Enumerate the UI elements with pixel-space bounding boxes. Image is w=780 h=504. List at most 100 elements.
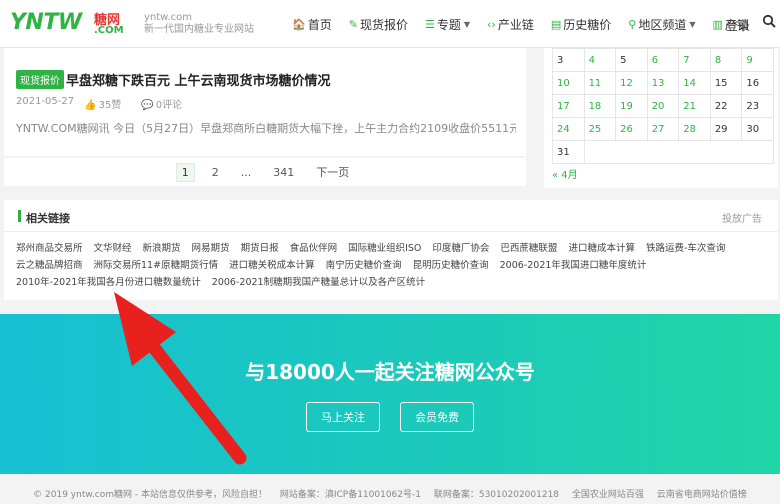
- related-link[interactable]: 进口糖关税成本计算: [229, 257, 315, 274]
- calendar-empty-cell: [584, 140, 775, 164]
- related-link[interactable]: 铁路运费-车次查询: [646, 240, 725, 257]
- calendar-day[interactable]: 7: [678, 48, 711, 72]
- wechat-banner: 与18000人一起关注糖网公众号 马上关注 会员免费: [0, 314, 780, 474]
- article-card: 现货报价 早盘郑糖下跌百元 上午云南现货市场糖价情况 2021-05-27 👍 3…: [4, 48, 526, 156]
- article-likes: 👍 35赞: [84, 96, 131, 111]
- nav-item-2[interactable]: ☰ 专题 ▼: [425, 16, 470, 33]
- calendar-day[interactable]: 14: [678, 71, 711, 95]
- search-icon[interactable]: [762, 14, 776, 28]
- calendar-day: 3: [552, 48, 585, 72]
- article-comments: 💬 0评论: [141, 96, 192, 111]
- chart-icon: ▤: [550, 17, 562, 31]
- site-logo[interactable]: YNTW 糖网 .COM: [10, 8, 130, 38]
- related-link[interactable]: 洲际交易所11#原糖期货行情: [94, 257, 219, 274]
- nav-item-3[interactable]: ‹› 产业链: [487, 16, 534, 33]
- footer-award-1[interactable]: 全国农业网站百强: [572, 490, 644, 500]
- main-nav: 🏠 首页 ✎ 现货报价 ☰ 专题 ▼ ‹› 产业链 ▤ 历史糖价 ⚲ 地区频道 ▼ ▥ 产销: [292, 0, 766, 48]
- thumbs-up-icon: 👍: [84, 100, 97, 111]
- calendar-day[interactable]: 28: [678, 117, 711, 141]
- calendar-day[interactable]: 10: [552, 71, 585, 95]
- follow-button[interactable]: 马上关注: [306, 402, 380, 432]
- page-link[interactable]: 2: [207, 164, 224, 181]
- related-link[interactable]: 2006-2021年我国进口糖年度统计: [500, 257, 647, 274]
- calendar-day[interactable]: 26: [615, 117, 648, 141]
- calendar-day: 16: [741, 71, 774, 95]
- page-link[interactable]: 1: [175, 162, 195, 182]
- chevron-down-icon: ▼: [689, 19, 696, 29]
- related-link[interactable]: 网易期货: [192, 240, 230, 257]
- nav-item-label: 产业链: [497, 17, 534, 32]
- related-link[interactable]: 食品伙伴网: [290, 240, 338, 257]
- related-link[interactable]: 郑州商品交易所: [16, 240, 83, 257]
- calendar-day: 31: [552, 140, 585, 164]
- likes-count: 35赞: [98, 100, 122, 111]
- calendar-day[interactable]: 21: [678, 94, 711, 118]
- related-links-list: 郑州商品交易所 文华财经 新浪期货 网易期货 期货日报 食品伙伴网 国际糖业组织ISO 印度糖…: [16, 240, 774, 291]
- nav-item-4[interactable]: ▤ 历史糖价: [551, 16, 611, 33]
- calendar-day[interactable]: 17: [552, 94, 585, 118]
- article-date: 2021-05-27: [16, 96, 75, 107]
- related-link[interactable]: 期货日报: [241, 240, 279, 257]
- footer-award-2[interactable]: 云南省电商网站价值榜: [657, 490, 747, 500]
- calendar-day[interactable]: 11: [583, 71, 617, 95]
- calendar-day[interactable]: 18: [583, 94, 617, 118]
- calendar-grid: 3 4 5 6 7 8 9 10 11 12 13 14 15 16 17 18 19 20 21 22 23 24 25 2…: [552, 48, 775, 164]
- calendar-day[interactable]: 19: [615, 94, 648, 118]
- footer-copyright: © 2019 yntw.com糖网 - 本站信息仅供参考，风险自担！: [33, 490, 267, 500]
- page-link[interactable]: 341: [268, 164, 299, 181]
- footer-police-record[interactable]: 联网备案：53010202001218: [434, 490, 559, 500]
- calendar-day[interactable]: 13: [646, 71, 680, 95]
- calendar-day: 23: [741, 94, 774, 118]
- calendar-day: 22: [709, 94, 743, 118]
- site-slogan: yntw.com 新一代国内糖业专业网站: [144, 12, 254, 36]
- logo-wordmark: YNTW: [10, 10, 82, 35]
- calendar-day[interactable]: 8: [709, 48, 743, 72]
- banner-buttons: 马上关注 会员免费: [0, 402, 780, 432]
- calendar-day: 29: [709, 117, 743, 141]
- calendar-prev-month[interactable]: « 4月: [552, 166, 578, 181]
- calendar-day[interactable]: 6: [646, 48, 680, 72]
- calendar-day[interactable]: 27: [646, 117, 680, 141]
- calendar-day[interactable]: 20: [646, 94, 680, 118]
- related-link[interactable]: 国际糖业组织ISO: [348, 240, 421, 257]
- section-accent-bar: [18, 210, 21, 222]
- advertise-link[interactable]: 投放广告: [722, 210, 762, 225]
- nav-item-0[interactable]: 🏠 首页: [292, 16, 332, 33]
- logo-domain: .COM: [94, 25, 124, 36]
- footer-icp-record[interactable]: 网站备案：滇ICP备11001062号-1: [280, 490, 421, 500]
- article-excerpt: YNTW.COM糖网讯 今日（5月27日）早盘郑商所白糖期货大幅下挫，上午主力合…: [16, 122, 516, 135]
- calendar-day[interactable]: 25: [583, 117, 617, 141]
- related-link[interactable]: 2010年-2021年我国各月份进口糖数量统计: [16, 274, 201, 291]
- calendar-day[interactable]: 24: [552, 117, 585, 141]
- calendar-week: 10 11 12 13 14 15 16: [552, 71, 774, 95]
- related-link[interactable]: 巴西蔗糖联盟: [500, 240, 557, 257]
- nav-item-label: 历史糖价: [563, 17, 612, 32]
- nav-item-5[interactable]: ⚲ 地区频道 ▼: [628, 16, 695, 33]
- home-icon: 🏠: [292, 17, 306, 31]
- member-button[interactable]: 会员免费: [400, 402, 474, 432]
- edit-icon: ✎: [348, 17, 358, 31]
- related-link[interactable]: 印度糖厂协会: [432, 240, 489, 257]
- related-link[interactable]: 2006-2021制糖期我国产糖量总计以及各产区统计: [212, 274, 425, 291]
- related-link[interactable]: 南宁历史糖价查询: [326, 257, 402, 274]
- slogan-text: 新一代国内糖业专业网站: [144, 24, 254, 35]
- category-badge[interactable]: 现货报价: [16, 70, 64, 89]
- article-title[interactable]: 早盘郑糖下跌百元 上午云南现货市场糖价情况: [66, 70, 331, 89]
- calendar-week: 3456789: [552, 48, 774, 72]
- related-link[interactable]: 云之糖品牌招商: [16, 257, 83, 274]
- calendar-day[interactable]: 9: [741, 48, 774, 72]
- related-link[interactable]: 昆明历史糖价查询: [413, 257, 489, 274]
- calendar-day[interactable]: 4: [583, 48, 617, 72]
- related-link[interactable]: 新浪期货: [143, 240, 181, 257]
- nav-item-1[interactable]: ✎ 现货报价: [349, 16, 408, 33]
- nav-item-label: 地区频道: [638, 17, 687, 32]
- slogan-domain: yntw.com: [144, 12, 192, 23]
- related-link[interactable]: 进口糖成本计算: [568, 240, 635, 257]
- chevron-down-icon: ▼: [463, 19, 470, 29]
- map-pin-icon: ⚲: [628, 17, 637, 31]
- calendar-day[interactable]: 12: [615, 71, 648, 95]
- next-page-button[interactable]: 下一页: [311, 162, 354, 182]
- login-link[interactable]: 登录: [726, 17, 750, 34]
- calendar-widget: 3 4 5 6 7 8 9 10 11 12 13 14 15 16 17 18 19 20 21 22 23 24 25 2…: [544, 48, 778, 188]
- related-link[interactable]: 文华财经: [94, 240, 132, 257]
